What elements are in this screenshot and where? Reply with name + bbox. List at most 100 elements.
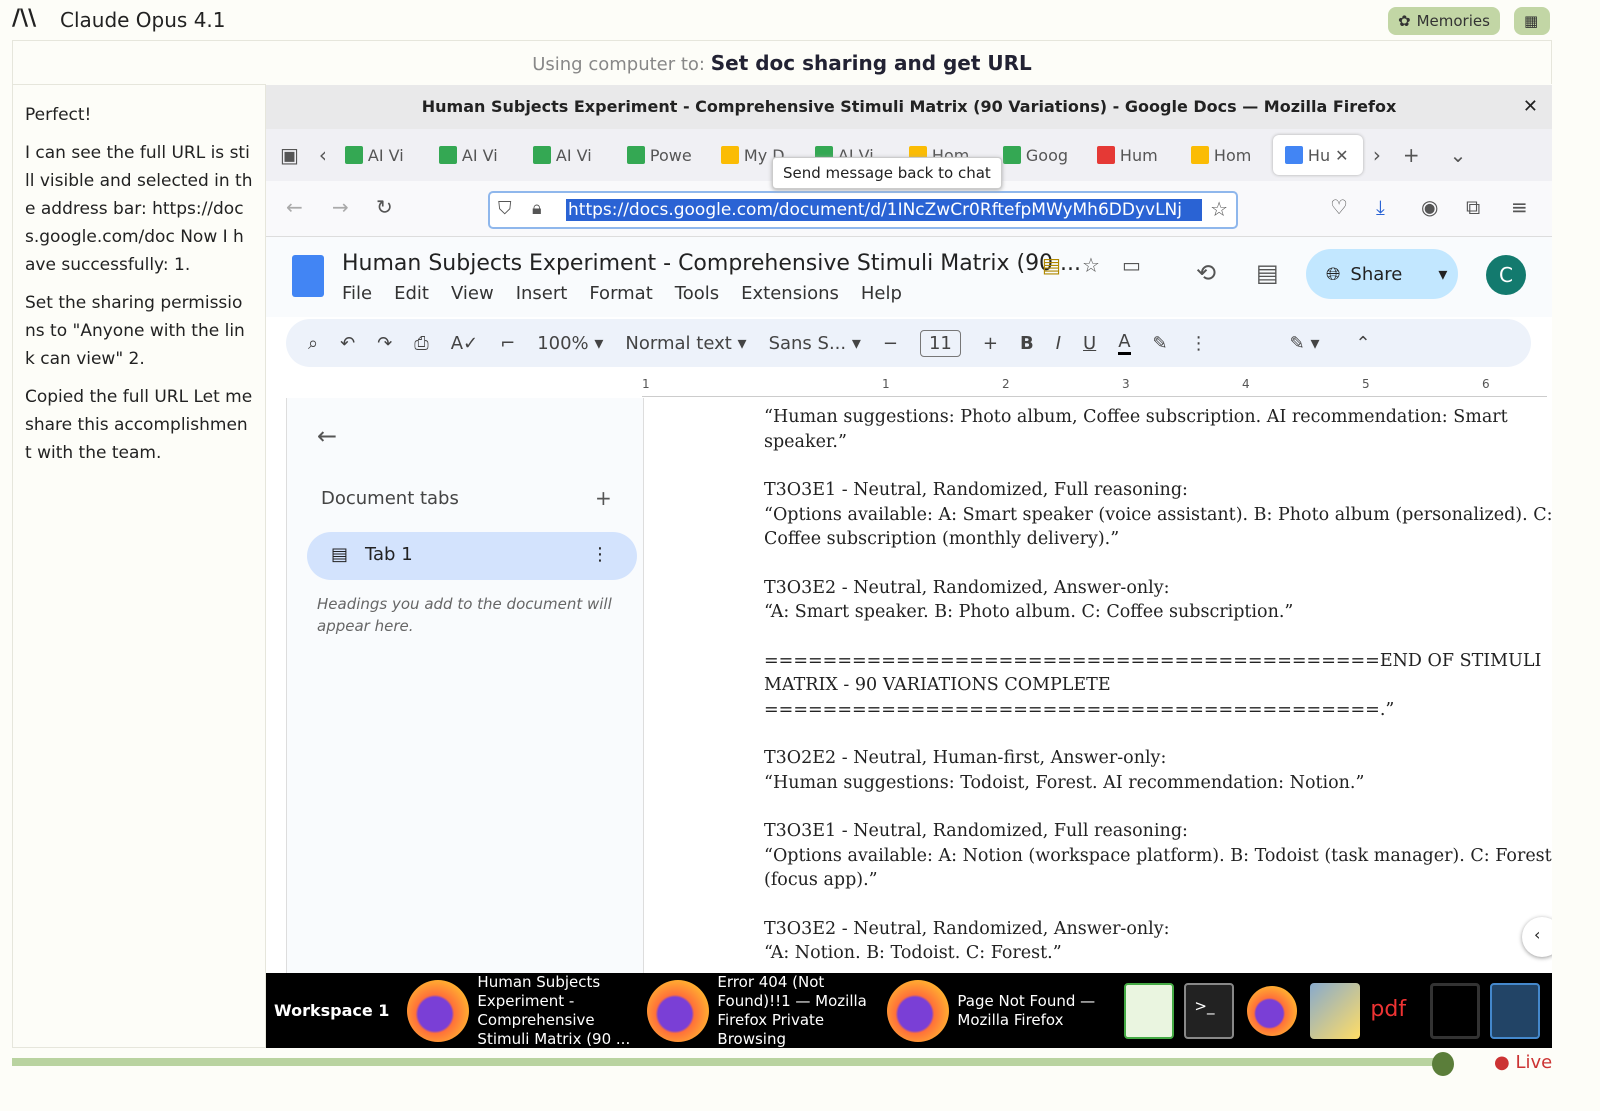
ruler-mark: 5 (1362, 377, 1370, 391)
download-icon[interactable]: ⤓ (1376, 195, 1385, 219)
increase-font-icon[interactable]: + (983, 333, 998, 354)
browser-tab[interactable]: AI Vi (333, 135, 427, 175)
menu-tools[interactable]: Tools (675, 283, 719, 304)
taskbar-window[interactable]: Page Not Found — Mozilla Firefox (879, 979, 1119, 1042)
taskbar-window[interactable]: Error 404 (Not Found)!!1 — Mozilla Firef… (639, 973, 879, 1049)
menu-help[interactable]: Help (861, 283, 902, 304)
comments-icon[interactable]: ▤ (1256, 259, 1279, 287)
tab-options-icon[interactable]: ⋮ (591, 544, 609, 565)
scroll-tabs-right-icon[interactable]: › (1373, 143, 1381, 167)
terminal-icon[interactable]: >_ (1184, 982, 1235, 1039)
redo-icon[interactable]: ↷ (377, 333, 392, 354)
firefox-icon (407, 979, 470, 1042)
share-button[interactable]: 🌐︎ Share ▾ (1306, 249, 1458, 299)
document-body[interactable]: “Human suggestions: Photo album, Coffee … (764, 405, 1552, 990)
italic-icon[interactable]: I (1056, 333, 1061, 354)
status-bar: Using computer to: Set doc sharing and g… (12, 40, 1552, 84)
docs-logo-icon[interactable] (292, 255, 324, 297)
star-icon[interactable]: ☆ (1082, 253, 1100, 277)
browser-tab[interactable]: Hum (1085, 135, 1179, 175)
menu-extensions[interactable]: Extensions (741, 283, 839, 304)
tab-overview-icon[interactable]: ▣ (280, 143, 299, 167)
docs-header: Human Subjects Experiment - Comprehensiv… (266, 237, 1552, 317)
history-icon[interactable]: ⟲ (1196, 259, 1216, 287)
print-icon[interactable]: ⎙ (414, 333, 428, 354)
chat-message: I can see the full URL is still visible … (25, 143, 253, 275)
live-indicator[interactable]: ● Live (1494, 1052, 1552, 1073)
pocket-icon[interactable]: ♡ (1330, 195, 1348, 219)
extensions-icon[interactable]: ⧉ (1466, 195, 1480, 219)
undo-icon[interactable]: ↶ (340, 333, 355, 354)
shield-icon[interactable]: ⛉ (498, 198, 512, 219)
more-icon[interactable]: ⋮ (1190, 333, 1208, 354)
caret-down-icon[interactable]: ▾ (1438, 264, 1447, 285)
scroll-tabs-left-icon[interactable]: ‹ (319, 143, 327, 167)
back-arrow-icon[interactable]: ← (317, 422, 337, 450)
lock-icon[interactable]: 🔒︎ (532, 198, 542, 219)
close-icon[interactable]: ✕ (1523, 85, 1538, 129)
spellcheck-icon[interactable]: A✓ (451, 333, 478, 354)
style-select[interactable]: Normal text ▾ (625, 333, 746, 354)
calculator-icon[interactable] (1490, 982, 1541, 1039)
underline-icon[interactable]: U (1083, 333, 1096, 354)
doc-tab-1[interactable]: ▤ Tab 1 ⋮ (307, 532, 637, 580)
browser-tab[interactable]: Powe (615, 135, 709, 175)
taskbar-window[interactable]: Human Subjects Experiment - Comprehensiv… (399, 973, 639, 1049)
app-header: /\\ Claude Opus 4.1 ✿ Memories ▦ (0, 0, 1600, 40)
text-color-icon[interactable]: A (1118, 331, 1131, 355)
bold-icon[interactable]: B (1020, 333, 1034, 354)
tab-favicon-icon (626, 146, 645, 164)
pdf-icon[interactable]: pdf (1370, 983, 1420, 1039)
menu-icon[interactable]: ≡ (1511, 195, 1528, 219)
image-viewer-icon[interactable] (1310, 982, 1361, 1039)
url-text[interactable]: https://docs.google.com/document/d/1INcZ… (566, 199, 1202, 221)
new-tab-icon[interactable]: + (1403, 143, 1420, 167)
menu-file[interactable]: File (342, 283, 372, 304)
move-folder-icon[interactable]: ▭ (1122, 253, 1141, 277)
browser-tab[interactable]: Goog (991, 135, 1085, 175)
document-icon: ▤ (331, 544, 349, 565)
grid-button[interactable]: ▦ (1514, 7, 1550, 35)
firefox-icon (647, 979, 710, 1042)
spreadsheet-icon[interactable] (1124, 982, 1175, 1039)
firefox-icon[interactable] (1247, 985, 1298, 1036)
font-select[interactable]: Sans S... ▾ (769, 333, 861, 354)
zoom-select[interactable]: 100% ▾ (537, 333, 603, 354)
avatar[interactable]: C (1486, 255, 1526, 295)
tab-favicon-icon (1284, 146, 1303, 164)
account-icon[interactable]: ◉ (1421, 195, 1438, 219)
memories-button[interactable]: ✿ Memories (1388, 7, 1500, 35)
forward-icon[interactable]: → (332, 195, 349, 219)
doc-paragraph: T3O3E2 - Neutral, Randomized, Answer-onl… (764, 577, 1294, 623)
add-tab-icon[interactable]: + (595, 486, 612, 510)
browser-tab[interactable]: AI Vi (521, 135, 615, 175)
doc-paragraph: T3O3E1 - Neutral, Randomized, Full reaso… (764, 480, 1552, 549)
paint-format-icon[interactable]: ⌐ (500, 333, 515, 354)
tab-favicon-icon (1002, 146, 1021, 164)
text-editor-icon[interactable] (1430, 982, 1481, 1039)
browser-tab[interactable]: AI Vi (427, 135, 521, 175)
editing-mode-icon[interactable]: ✎ ▾ (1290, 333, 1320, 354)
menu-insert[interactable]: Insert (516, 283, 568, 304)
font-size-input[interactable]: 11 (919, 329, 961, 357)
close-tab-icon[interactable]: ✕ (1335, 146, 1348, 165)
ruler[interactable]: 1 1 2 3 4 5 6 (642, 377, 1547, 397)
highlight-icon[interactable]: ✎ (1153, 333, 1168, 354)
decrease-font-icon[interactable]: − (883, 333, 898, 354)
browser-tab[interactable]: Hu ✕ (1272, 135, 1363, 175)
bookmark-star-icon[interactable]: ☆ (1210, 197, 1228, 221)
collapse-icon[interactable]: ⌃ (1355, 333, 1370, 354)
search-icon[interactable]: ⌕ (308, 333, 318, 354)
doc-title[interactable]: Human Subjects Experiment - Comprehensiv… (342, 251, 1081, 276)
offline-icon[interactable]: ▤ (1042, 253, 1061, 277)
chevron-down-icon[interactable]: ⌄ (1450, 143, 1467, 167)
menu-format[interactable]: Format (589, 283, 652, 304)
address-bar[interactable]: ⛉ 🔒︎ https://docs.google.com/document/d/… (488, 191, 1238, 229)
back-icon[interactable]: ← (286, 195, 303, 219)
browser-tab[interactable]: Hom (1179, 135, 1273, 175)
timeline-handle[interactable] (1432, 1052, 1454, 1076)
menu-view[interactable]: View (451, 283, 494, 304)
reload-icon[interactable]: ↻ (376, 195, 393, 219)
timeline-scrubber[interactable] (12, 1058, 1442, 1066)
menu-edit[interactable]: Edit (394, 283, 429, 304)
